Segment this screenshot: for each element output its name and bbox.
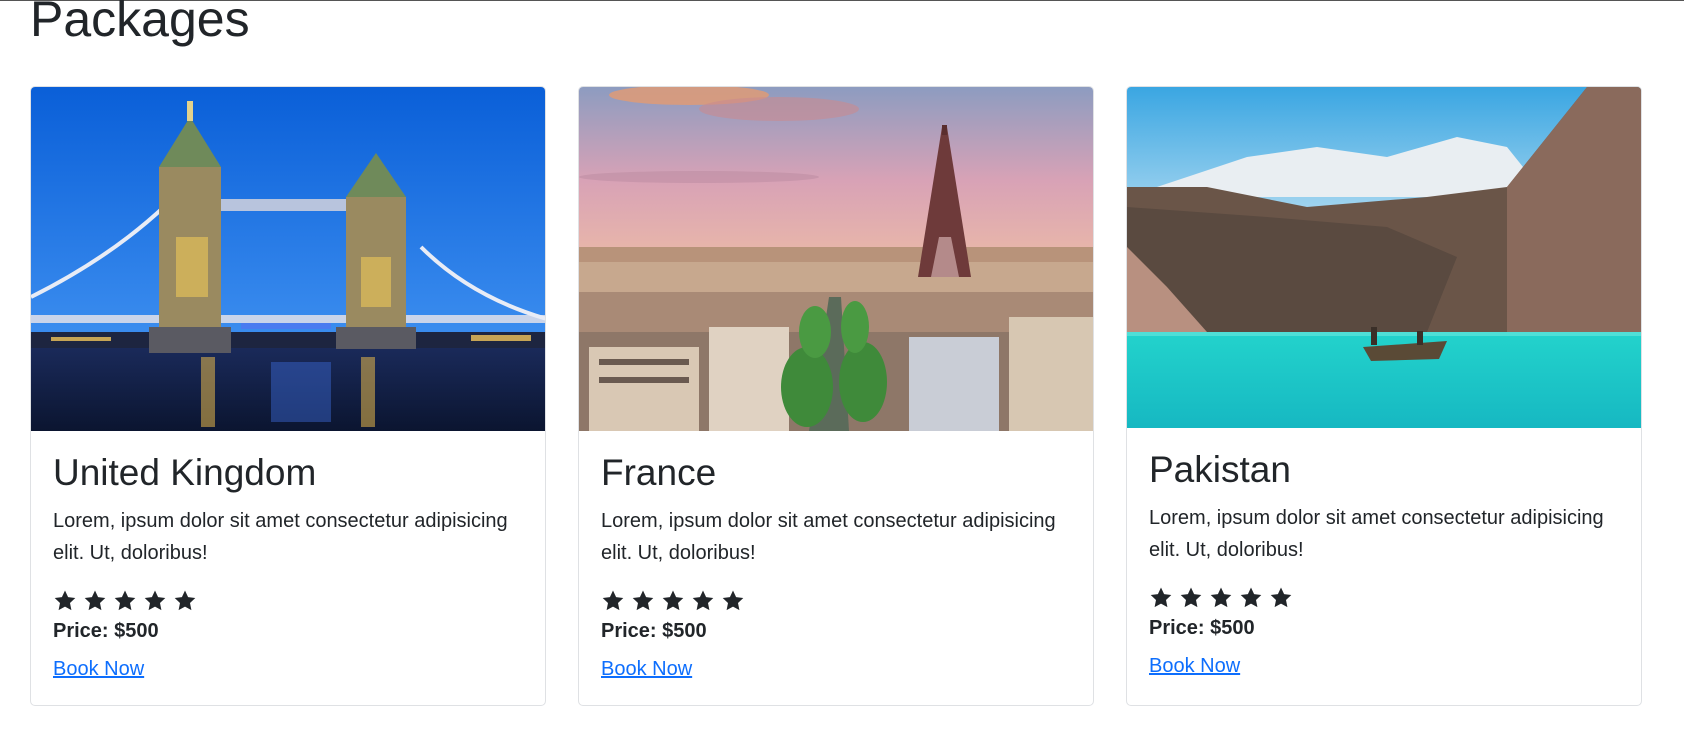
star-icon (692, 590, 714, 611)
card-image-paris (579, 87, 1093, 431)
star-icon (1150, 587, 1172, 608)
book-now-link[interactable]: Book Now (1149, 652, 1240, 680)
price-value: $500 (114, 620, 159, 642)
price-label: Price: (53, 620, 109, 642)
star-icon (1240, 587, 1262, 608)
star-icon (1180, 587, 1202, 608)
price: Price: $500 (601, 617, 1071, 645)
price-label: Price: (601, 620, 657, 642)
star-icon (602, 590, 624, 611)
star-rating (601, 589, 1071, 613)
package-card-pakistan: Pakistan Lorem, ipsum dolor sit amet con… (1126, 86, 1642, 706)
price-label: Price: (1149, 617, 1205, 639)
star-icon (662, 590, 684, 611)
price-value: $500 (1210, 617, 1255, 639)
card-title: Pakistan (1149, 449, 1291, 490)
book-now-link[interactable]: Book Now (53, 655, 144, 683)
card-description: Lorem, ipsum dolor sit amet consectetur … (53, 510, 508, 564)
card-image-tower-bridge (31, 87, 545, 431)
star-icon (1210, 587, 1232, 608)
star-icon (1270, 587, 1292, 608)
star-rating (1149, 586, 1619, 610)
star-icon (84, 590, 106, 611)
star-icon (174, 590, 196, 611)
card-image-mountain-lake (1127, 87, 1641, 428)
card-title: United Kingdom (53, 452, 317, 493)
star-icon (632, 590, 654, 611)
page-title: Packages (30, 0, 250, 47)
card-title: France (601, 452, 717, 493)
book-now-link[interactable]: Book Now (601, 655, 692, 683)
star-icon (114, 590, 136, 611)
package-cards: United Kingdom Lorem, ipsum dolor sit am… (30, 86, 1642, 706)
price: Price: $500 (53, 617, 523, 645)
star-icon (722, 590, 744, 611)
package-card-united-kingdom: United Kingdom Lorem, ipsum dolor sit am… (30, 86, 546, 706)
price: Price: $500 (1149, 614, 1619, 642)
price-value: $500 (662, 620, 707, 642)
package-card-france: France Lorem, ipsum dolor sit amet conse… (578, 86, 1094, 706)
top-divider (0, 0, 1684, 1)
star-icon (54, 590, 76, 611)
star-rating (53, 589, 523, 613)
card-description: Lorem, ipsum dolor sit amet consectetur … (1149, 507, 1604, 561)
star-icon (144, 590, 166, 611)
card-description: Lorem, ipsum dolor sit amet consectetur … (601, 510, 1056, 564)
